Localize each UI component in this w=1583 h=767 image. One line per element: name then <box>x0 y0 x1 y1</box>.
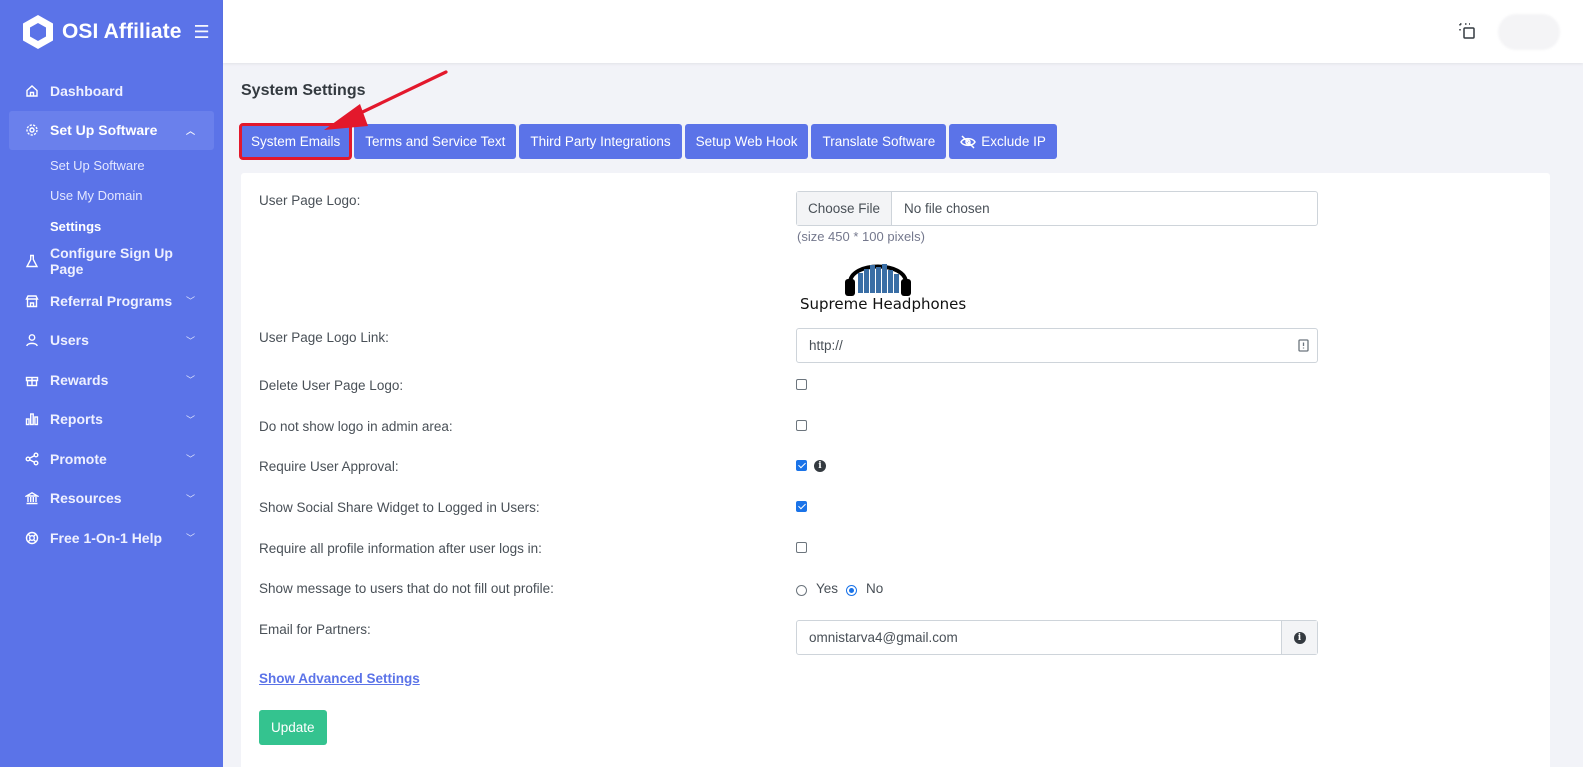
show-advanced-settings-link[interactable]: Show Advanced Settings <box>259 671 420 686</box>
eye-slash-icon <box>960 134 977 149</box>
logo-link-input[interactable]: http:// <box>796 328 1318 363</box>
tab-exclude-ip[interactable]: Exclude IP <box>949 124 1057 159</box>
hide-logo-admin-checkbox[interactable] <box>796 420 807 431</box>
file-status: No file chosen <box>904 201 990 216</box>
chevron-down-icon: ﹀ <box>185 493 195 504</box>
gift-icon <box>24 372 40 388</box>
sidebar-item-rewards[interactable]: Rewards ﹀ <box>0 360 223 400</box>
tab-exclude-ip-label: Exclude IP <box>981 134 1046 149</box>
sidebar-item-configure-sign-up-page[interactable]: Configure Sign Up Page <box>0 242 223 282</box>
chevron-down-icon: ﹀ <box>185 296 195 307</box>
profile-message-yes-radio[interactable] <box>796 585 807 596</box>
fullscreen-icon[interactable] <box>1458 22 1476 40</box>
user-icon <box>24 332 40 348</box>
sidebar-item-promote[interactable]: Promote ﹀ <box>0 439 223 479</box>
logo-preview-text: Supreme Headphones <box>800 295 967 313</box>
home-icon <box>24 83 40 99</box>
sidebar-nav: Dashboard Set Up Software ︿ Set Up Softw… <box>0 71 223 558</box>
menu-toggle-icon[interactable]: ☰ <box>194 22 210 43</box>
tab-translate-software[interactable]: Translate Software <box>811 124 947 159</box>
bank-icon <box>24 490 40 506</box>
sidebar-subitem-set-up-software[interactable]: Set Up Software <box>0 150 223 181</box>
require-profile-label: Require all profile information after us… <box>259 541 542 556</box>
partner-email-info-addon[interactable]: i <box>1281 621 1317 654</box>
brand-logo-icon <box>23 15 53 49</box>
settings-tabs: System Emails Terms and Service Text Thi… <box>238 123 1057 160</box>
choose-file-button[interactable]: Choose File <box>797 192 893 225</box>
chevron-up-icon: ︿ <box>185 125 195 136</box>
sidebar-item-referral-programs[interactable]: Referral Programs ﹀ <box>0 281 223 321</box>
tab-system-emails[interactable]: System Emails <box>238 123 353 160</box>
tab-terms-and-service-text[interactable]: Terms and Service Text <box>354 124 517 159</box>
sidebar-subitem-use-my-domain[interactable]: Use My Domain <box>0 181 223 212</box>
partner-email-value: omnistarva4@gmail.com <box>809 630 958 645</box>
social-widget-checkbox[interactable] <box>796 501 807 512</box>
info-icon[interactable]: i <box>814 460 826 472</box>
sidebar-item-resources[interactable]: Resources ﹀ <box>0 479 223 519</box>
info-icon: i <box>1293 631 1306 644</box>
settings-card: User Page Logo: Choose File No file chos… <box>241 173 1550 767</box>
profile-message-no-radio[interactable] <box>846 585 857 596</box>
chevron-down-icon: ﹀ <box>185 375 195 386</box>
sidebar: OSI Affiliate ☰ Dashboard Set Up Softwar… <box>0 0 223 767</box>
delete-logo-checkbox[interactable] <box>796 379 807 390</box>
user-page-logo-label: User Page Logo: <box>259 193 361 208</box>
require-approval-checkbox[interactable] <box>796 460 807 471</box>
chevron-down-icon: ﹀ <box>185 454 195 465</box>
store-icon <box>24 293 40 309</box>
require-approval-label: Require User Approval: <box>259 459 399 474</box>
topbar <box>223 0 1583 63</box>
autofill-icon <box>1289 339 1317 352</box>
partner-email-label: Email for Partners: <box>259 622 371 637</box>
gear-icon <box>24 122 40 138</box>
hide-logo-admin-label: Do not show logo in admin area: <box>259 419 453 434</box>
partner-email-input[interactable]: omnistarva4@gmail.com i <box>796 620 1318 655</box>
chevron-down-icon: ﹀ <box>185 533 195 544</box>
chevron-down-icon: ﹀ <box>185 335 195 346</box>
delete-logo-label: Delete User Page Logo: <box>259 378 404 393</box>
brand[interactable]: OSI Affiliate ☰ <box>0 0 223 64</box>
profile-message-yes-label: Yes <box>816 581 839 596</box>
require-profile-checkbox[interactable] <box>796 542 807 553</box>
sidebar-item-users[interactable]: Users ﹀ <box>0 321 223 361</box>
profile-message-label: Show message to users that do not fill o… <box>259 581 554 596</box>
bar-chart-icon <box>24 411 40 427</box>
sidebar-item-set-up-software[interactable]: Set Up Software ︿ <box>9 110 214 150</box>
update-button[interactable]: Update <box>259 710 327 745</box>
flask-icon <box>24 253 40 269</box>
logo-link-value: http:// <box>809 338 843 353</box>
sidebar-item-free-help[interactable]: Free 1-On-1 Help ﹀ <box>0 518 223 558</box>
avatar[interactable] <box>1498 14 1560 50</box>
tab-third-party-integrations[interactable]: Third Party Integrations <box>519 124 682 159</box>
profile-message-no-label: No <box>866 581 884 596</box>
sidebar-subitem-settings[interactable]: Settings <box>0 211 223 242</box>
tab-setup-web-hook[interactable]: Setup Web Hook <box>684 124 809 159</box>
page-title: System Settings <box>241 82 366 99</box>
sidebar-item-dashboard[interactable]: Dashboard <box>0 71 223 111</box>
share-icon <box>24 451 40 467</box>
brand-name: OSI Affiliate <box>62 20 182 43</box>
social-widget-label: Show Social Share Widget to Logged in Us… <box>259 500 540 515</box>
logo-size-hint: (size 450 * 100 pixels) <box>797 229 925 244</box>
logo-link-label: User Page Logo Link: <box>259 330 389 345</box>
chevron-down-icon: ﹀ <box>185 414 195 425</box>
logo-file-input[interactable]: Choose File No file chosen <box>796 191 1318 226</box>
lifebuoy-icon <box>24 530 40 546</box>
sidebar-item-reports[interactable]: Reports ﹀ <box>0 400 223 440</box>
